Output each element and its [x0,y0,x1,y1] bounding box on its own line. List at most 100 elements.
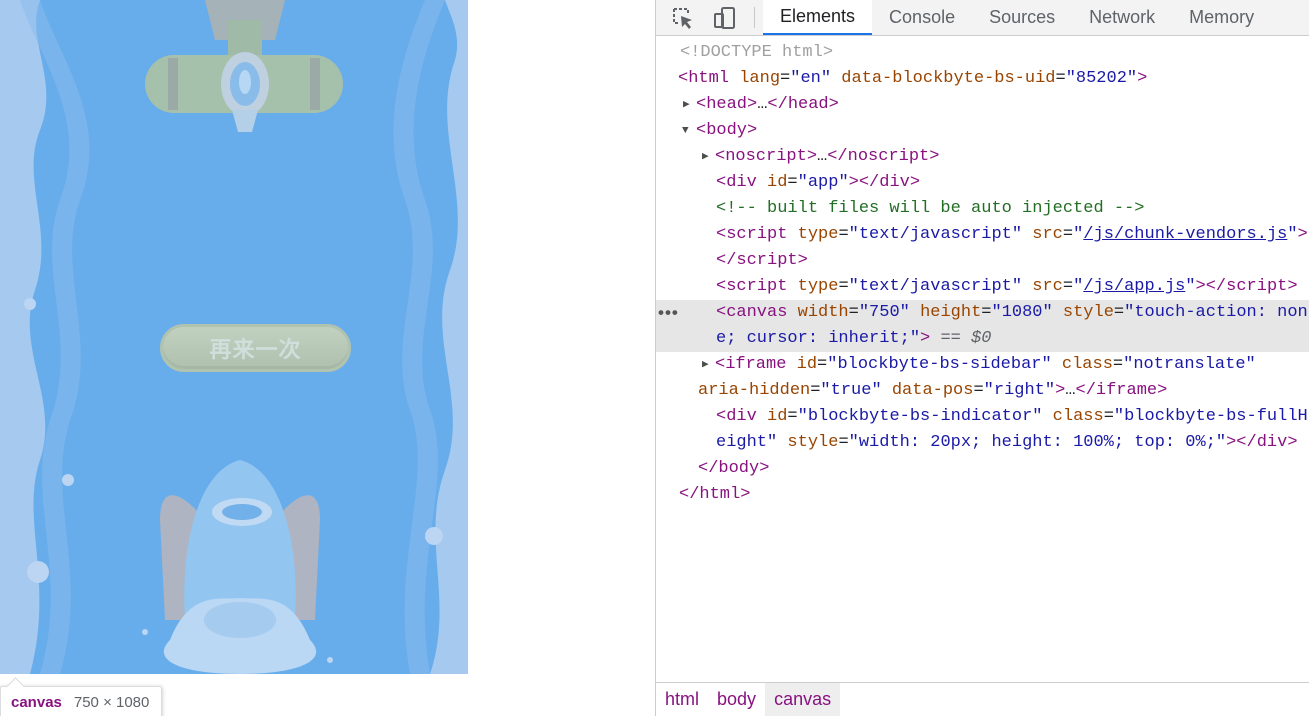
collapsed-ellipsis: … [817,147,828,166]
tag-name: script [1226,277,1288,296]
attr-value: notranslate [1133,355,1246,374]
tag-name: canvas [726,303,788,322]
right-wave [430,0,468,674]
tree-node-div-indicator-cont[interactable]: eight" style="width: 20px; height: 100%;… [656,430,1309,456]
attr-name: height [920,303,982,322]
tag-name: div [726,407,757,426]
tree-node-script-app[interactable]: <script type="text/javascript" src="/js/… [656,274,1309,300]
tag-name: body [718,459,760,478]
bubble [142,629,148,635]
tree-node-div-indicator[interactable]: <div id="blockbyte-bs-indicator" class="… [656,404,1309,430]
attr-value: 85202 [1075,69,1127,88]
breadcrumb-canvas[interactable]: canvas [765,683,841,716]
tree-node-iframe-cont[interactable]: aria-hidden="true" data-pos="right">…</i… [656,378,1309,404]
attr-value: 750 [869,303,900,322]
attr-value: blockbyte-bs-indicator [807,407,1033,426]
attr-value: text/javascript [858,225,1012,244]
breadcrumb-body[interactable]: body [708,683,765,716]
tab-sources[interactable]: Sources [972,0,1072,35]
tab-network[interactable]: Network [1072,0,1172,35]
attr-name: lang [739,69,781,88]
tree-node-body-close[interactable]: </body> [656,456,1309,482]
tooltip-dimensions: 750 × 1080 [73,693,150,711]
bubble [27,561,49,583]
devtools-panel: Elements Console Sources Network Memory … [655,0,1309,716]
bubble [62,474,74,486]
tree-node-body[interactable]: ▼ <body> [656,118,1309,144]
script-src-link[interactable]: /js/app.js [1083,277,1185,296]
tree-node-script-vendors[interactable]: <script type="text/javascript" src="/js/… [656,222,1309,248]
canvas-line-2: e; cursor: inherit;"> == $0 [716,329,992,348]
collapsed-ellipsis: … [757,95,768,114]
elements-tree[interactable]: <!DOCTYPE html> <html lang="en" data-blo… [656,40,1309,680]
tag-name: script [726,225,788,244]
collapse-triangle-icon[interactable]: ▼ [682,118,689,144]
attr-name: style [1062,303,1114,322]
attr-name: type [797,277,839,296]
comment-text: <!-- built files will be auto injected -… [716,199,1145,218]
inspect-element-icon[interactable] [662,0,704,36]
tree-node-head[interactable]: ▶ <head>…</head> [656,92,1309,118]
attr-value: text/javascript [858,277,1012,296]
attr-name: data-blockbyte-bs-uid [841,69,1056,88]
tab-memory[interactable]: Memory [1172,0,1271,35]
tag-name: body [706,121,748,140]
attr-value: e; cursor: inherit; [716,329,910,348]
tooltip-tag-name: canvas [11,693,62,711]
replay-button[interactable]: 再来一次 [160,324,351,372]
tag-name: script [736,251,798,270]
attr-name: id [767,407,788,426]
attr-value: width: 20px; height: 100%; top: 0%; [858,433,1216,452]
tree-node-comment[interactable]: <!-- built files will be auto injected -… [656,196,1309,222]
tab-elements[interactable]: Elements [763,0,873,35]
expand-triangle-icon[interactable]: ▶ [702,352,709,378]
devtools-toolbar: Elements Console Sources Network Memory [656,0,1309,36]
attr-value: eight [716,433,768,452]
breadcrumb-html[interactable]: html [656,683,708,716]
game-canvas[interactable]: 再来一次 [0,0,468,674]
attr-name: aria-hidden [698,381,811,400]
tag-name: noscript [725,147,807,166]
inspect-tooltip: canvas 750 × 1080 [0,686,162,716]
tag-name: div [1256,433,1288,452]
tag-name: script [726,277,788,296]
attr-value: touch-action: non [1134,303,1308,322]
tree-node-noscript[interactable]: ▶ <noscript>…</noscript> [656,144,1309,170]
tree-node-script-vendors-close[interactable]: </script> [656,248,1309,274]
tree-node-iframe[interactable]: ▶ <iframe id="blockbyte-bs-sidebar" class… [656,352,1309,378]
attr-name: style [787,433,839,452]
more-actions-icon[interactable]: ••• [658,300,679,326]
tag-name: iframe [725,355,787,374]
tag-name: div [726,173,757,192]
expand-triangle-icon[interactable]: ▶ [702,144,709,170]
tab-console[interactable]: Console [872,0,972,35]
attr-value: true [830,381,872,400]
tree-node-doctype[interactable]: <!DOCTYPE html> [656,40,1309,66]
attr-name: id [796,355,818,374]
breadcrumb: html body canvas [656,682,1309,716]
tree-node-html-close[interactable]: </html> [656,482,1309,508]
enemy-plane [145,0,343,132]
tag-name: head [706,95,748,114]
right-wave-inner [393,0,445,674]
tree-node-div-app[interactable]: <div id="app"></div> [656,170,1309,196]
attr-value: en [800,69,821,88]
toolbar-separator [754,7,755,28]
attr-name: class [1052,407,1104,426]
tag-name: iframe [1095,381,1158,400]
selected-node-marker: == $0 [940,329,992,348]
tree-node-html[interactable]: <html lang="en" data-blockbyte-bs-uid="8… [656,66,1309,92]
attr-name: src [1032,277,1063,296]
doctype-text: <!DOCTYPE html> [680,43,834,62]
player-rocket [160,460,320,674]
attr-name: class [1061,355,1113,374]
tree-node-canvas-selected[interactable]: ••• <canvas width="750" height="1080" sty… [656,300,1309,352]
device-toolbar-icon[interactable] [704,0,746,36]
script-src-link[interactable]: /js/chunk-vendors.js [1083,225,1287,244]
canvas-line-1: ••• <canvas width="750" height="1080" sty… [656,300,1309,326]
attr-name: data-pos [891,381,974,400]
collapsed-ellipsis: … [1065,381,1076,400]
expand-triangle-icon[interactable]: ▶ [683,92,690,118]
bubble [327,657,333,663]
tag-name: noscript [847,147,930,166]
